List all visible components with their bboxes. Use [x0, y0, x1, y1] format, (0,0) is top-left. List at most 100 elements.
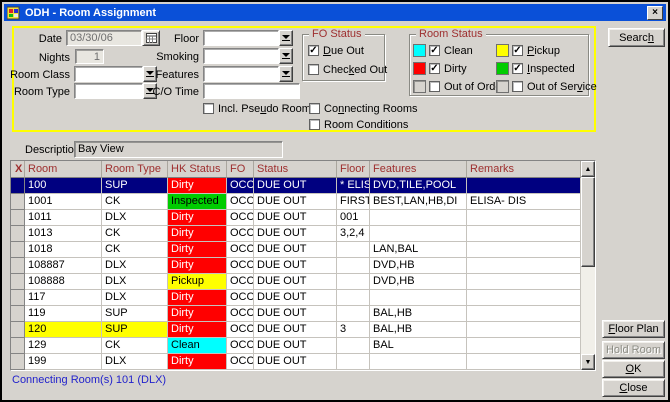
- cell-room-type[interactable]: CK: [102, 338, 168, 354]
- cell-status[interactable]: DUE OUT: [254, 306, 337, 322]
- cell-hk-status[interactable]: Dirty: [168, 306, 227, 322]
- cell-remarks[interactable]: [467, 306, 581, 322]
- cell-room[interactable]: 1018: [25, 242, 102, 258]
- nights-field[interactable]: 1: [75, 49, 104, 64]
- cell-room-type[interactable]: DLX: [102, 258, 168, 274]
- cell-fo[interactable]: OCC: [227, 194, 254, 210]
- cell-room-type[interactable]: CK: [102, 194, 168, 210]
- cell-hk-status[interactable]: Dirty: [168, 242, 227, 258]
- row-selector[interactable]: [11, 258, 25, 274]
- cell-floor[interactable]: 3: [337, 322, 370, 338]
- incl-pseudo-rooms-checkbox[interactable]: [203, 103, 214, 114]
- cell-remarks[interactable]: [467, 178, 581, 194]
- column-header-remarks[interactable]: Remarks: [467, 161, 581, 178]
- cell-features[interactable]: [370, 290, 467, 306]
- row-selector[interactable]: [11, 210, 25, 226]
- cell-status[interactable]: DUE OUT: [254, 322, 337, 338]
- cell-features[interactable]: DVD,HB: [370, 274, 467, 290]
- cell-floor[interactable]: [337, 338, 370, 354]
- cell-room[interactable]: 1011: [25, 210, 102, 226]
- due-out-checkbox[interactable]: ✓: [308, 45, 319, 56]
- cell-status[interactable]: DUE OUT: [254, 242, 337, 258]
- cell-features[interactable]: [370, 226, 467, 242]
- cell-features[interactable]: LAN,BAL: [370, 242, 467, 258]
- cell-hk-status[interactable]: Dirty: [168, 210, 227, 226]
- cell-hk-status[interactable]: Dirty: [168, 322, 227, 338]
- cell-features[interactable]: [370, 210, 467, 226]
- cell-remarks[interactable]: [467, 258, 581, 274]
- cell-features[interactable]: DVD,HB: [370, 258, 467, 274]
- cell-floor[interactable]: 001: [337, 210, 370, 226]
- column-header-room-type[interactable]: Room Type: [102, 161, 168, 178]
- row-selector[interactable]: [11, 178, 25, 194]
- cell-status[interactable]: DUE OUT: [254, 210, 337, 226]
- out-of-service-checkbox[interactable]: [512, 81, 523, 92]
- inspected-checkbox[interactable]: ✓: [512, 63, 523, 74]
- smoking-field[interactable]: [203, 48, 279, 64]
- clean-checkbox[interactable]: ✓: [429, 45, 440, 56]
- cell-room-type[interactable]: SUP: [102, 322, 168, 338]
- row-selector[interactable]: [11, 242, 25, 258]
- cell-room-type[interactable]: DLX: [102, 274, 168, 290]
- cell-room[interactable]: 117: [25, 290, 102, 306]
- out-of-order-checkbox[interactable]: [429, 81, 440, 92]
- table-row[interactable]: 129CKCleanOCCDUE OUTBAL: [11, 338, 595, 354]
- table-scrollbar[interactable]: ▲ ▼: [581, 161, 595, 370]
- row-selector[interactable]: [11, 226, 25, 242]
- column-header-hk-status[interactable]: HK Status: [168, 161, 227, 178]
- smoking-dropdown-button[interactable]: [279, 48, 293, 64]
- cell-fo[interactable]: OCC: [227, 258, 254, 274]
- cell-fo[interactable]: OCC: [227, 338, 254, 354]
- cell-hk-status[interactable]: Dirty: [168, 178, 227, 194]
- cell-remarks[interactable]: [467, 226, 581, 242]
- column-header-floor[interactable]: Floor: [337, 161, 370, 178]
- scroll-down-icon[interactable]: ▼: [581, 354, 595, 370]
- row-selector[interactable]: [11, 354, 25, 370]
- cell-features[interactable]: [370, 354, 467, 370]
- cell-room-type[interactable]: SUP: [102, 178, 168, 194]
- row-selector[interactable]: [11, 322, 25, 338]
- cell-features[interactable]: BAL: [370, 338, 467, 354]
- cell-fo[interactable]: OCC: [227, 210, 254, 226]
- cell-room[interactable]: 120: [25, 322, 102, 338]
- cell-room[interactable]: 129: [25, 338, 102, 354]
- column-header-status[interactable]: Status: [254, 161, 337, 178]
- cell-floor[interactable]: FIRST F: [337, 194, 370, 210]
- cell-floor[interactable]: [337, 274, 370, 290]
- description-field[interactable]: Bay View: [74, 141, 283, 158]
- cell-hk-status[interactable]: Dirty: [168, 258, 227, 274]
- table-row[interactable]: 117DLXDirtyOCCDUE OUT: [11, 290, 595, 306]
- cell-floor[interactable]: [337, 242, 370, 258]
- cell-room[interactable]: 108888: [25, 274, 102, 290]
- table-row[interactable]: 1011DLXDirtyOCCDUE OUT001: [11, 210, 595, 226]
- cell-hk-status[interactable]: Dirty: [168, 354, 227, 370]
- dirty-checkbox[interactable]: ✓: [429, 63, 440, 74]
- cell-fo[interactable]: OCC: [227, 306, 254, 322]
- cell-features[interactable]: DVD,TILE,POOL: [370, 178, 467, 194]
- cell-floor[interactable]: [337, 258, 370, 274]
- cell-room-type[interactable]: SUP: [102, 306, 168, 322]
- features-dropdown-button[interactable]: [279, 66, 293, 82]
- row-selector[interactable]: [11, 194, 25, 210]
- co-time-field[interactable]: [203, 83, 300, 99]
- cell-room-type[interactable]: CK: [102, 242, 168, 258]
- cell-hk-status[interactable]: Inspected: [168, 194, 227, 210]
- search-button[interactable]: Search: [608, 28, 665, 47]
- cell-hk-status[interactable]: Dirty: [168, 226, 227, 242]
- floor-field[interactable]: [203, 30, 279, 46]
- cell-fo[interactable]: OCC: [227, 178, 254, 194]
- row-selector[interactable]: [11, 290, 25, 306]
- cell-features[interactable]: BAL,HB: [370, 306, 467, 322]
- floor-dropdown-button[interactable]: [279, 30, 293, 46]
- cell-floor[interactable]: [337, 306, 370, 322]
- cell-status[interactable]: DUE OUT: [254, 226, 337, 242]
- cell-remarks[interactable]: [467, 290, 581, 306]
- table-row[interactable]: 120SUPDirtyOCCDUE OUT3BAL,HB: [11, 322, 595, 338]
- date-field[interactable]: 03/30/06: [66, 30, 142, 46]
- table-row[interactable]: 1001CKInspectedOCCDUE OUTFIRST FBEST,LAN…: [11, 194, 595, 210]
- cell-status[interactable]: DUE OUT: [254, 194, 337, 210]
- features-field[interactable]: [203, 66, 279, 82]
- cell-status[interactable]: DUE OUT: [254, 290, 337, 306]
- room-class-field[interactable]: [74, 66, 143, 82]
- cell-status[interactable]: DUE OUT: [254, 274, 337, 290]
